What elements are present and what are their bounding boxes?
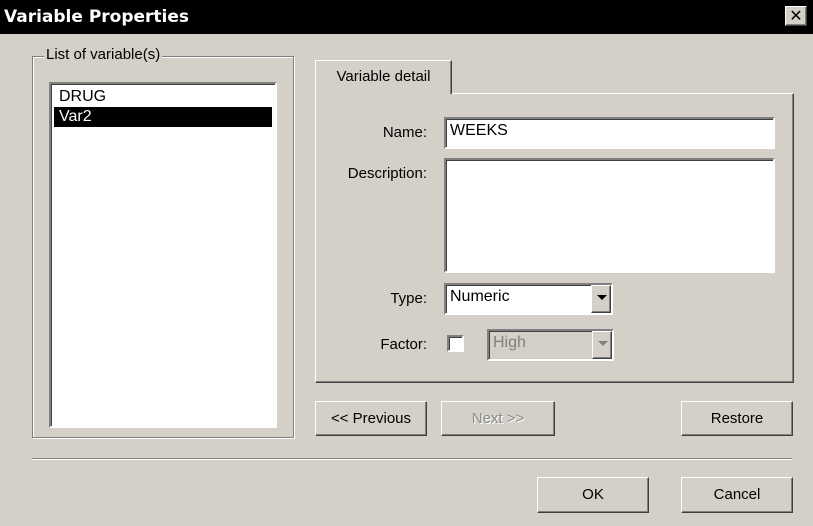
factor-level-dropdown-button [592, 331, 612, 359]
cancel-button[interactable]: Cancel [681, 477, 793, 513]
footer-separator [32, 458, 792, 460]
factor-level-select: High [487, 329, 614, 361]
name-label: Name: [382, 124, 427, 141]
factor-label: Factor: [380, 336, 427, 353]
description-field[interactable] [444, 158, 775, 273]
next-button[interactable]: Next >> [441, 401, 555, 436]
factor-level-value: High [493, 334, 526, 351]
type-select-value: Numeric [450, 288, 510, 305]
previous-button[interactable]: << Previous [315, 401, 427, 436]
title-bar: Variable Properties ✕ [0, 0, 813, 34]
list-item-drug[interactable]: DRUG [54, 87, 272, 107]
factor-checkbox[interactable] [447, 335, 464, 352]
tab-label: Variable detail [336, 68, 431, 85]
type-dropdown-button[interactable] [591, 285, 611, 313]
type-select[interactable]: Numeric [444, 283, 613, 315]
close-button[interactable]: ✕ [785, 6, 807, 26]
type-label: Type: [390, 290, 427, 307]
window-title: Variable Properties [4, 7, 190, 27]
variables-group-title: List of variable(s) [44, 46, 163, 63]
close-icon: ✕ [789, 6, 803, 25]
tab-variable-detail[interactable]: Variable detail [315, 60, 452, 94]
name-field[interactable]: WEEKS [444, 117, 775, 149]
list-item-var2[interactable]: Var2 [54, 107, 272, 127]
description-label: Description: [347, 165, 427, 182]
variables-listbox[interactable]: DRUG Var2 [49, 82, 277, 428]
restore-button[interactable]: Restore [681, 401, 793, 436]
ok-button[interactable]: OK [537, 477, 649, 513]
